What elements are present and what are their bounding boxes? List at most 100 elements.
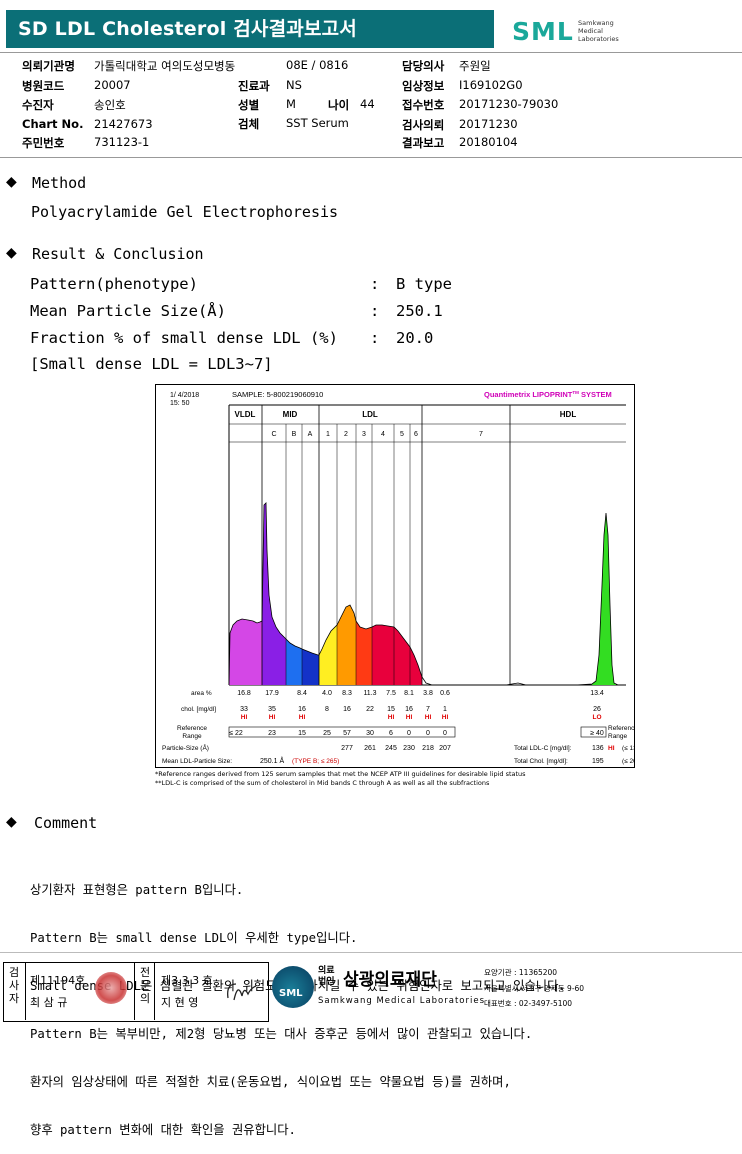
band-label-main: MID bbox=[283, 410, 298, 419]
total-chol-ref: (≤ 200) bbox=[622, 758, 634, 765]
examinee-label: 수진자 bbox=[22, 98, 54, 112]
chol-value: 16 bbox=[343, 706, 351, 713]
examiner-license: 제11194호 bbox=[30, 974, 86, 987]
area-value: 8.3 bbox=[342, 690, 352, 697]
sml-circle-logo-text: SML bbox=[279, 988, 303, 999]
total-chol-value: 195 bbox=[592, 758, 604, 765]
sml-logo-subtitle: Samkwang Medical Laboratories bbox=[578, 19, 619, 43]
total-chol-label: Total Chol. [mg/dl]: bbox=[514, 758, 568, 765]
chart-system-suffix: SYSTEM bbox=[579, 390, 612, 399]
rrn-label: 주민번호 bbox=[22, 136, 65, 150]
chol-value: 16 bbox=[405, 706, 413, 713]
result-colon: : bbox=[370, 329, 380, 347]
area-value: 4.0 bbox=[322, 690, 332, 697]
sex-label: 성별 bbox=[238, 98, 260, 112]
request-label: 검사의뢰 bbox=[402, 118, 445, 132]
ref-value: 0 bbox=[407, 730, 411, 737]
age-value: 44 bbox=[360, 97, 375, 111]
result-label-size: Mean Particle Size(Å) bbox=[30, 302, 226, 320]
result-value-pattern: B type bbox=[396, 275, 452, 293]
result-colon: : bbox=[370, 275, 380, 293]
band-label-sub: 7 bbox=[479, 431, 483, 438]
bullet-diamond-icon: ◆ bbox=[6, 174, 17, 190]
specimen-label: 검체 bbox=[238, 117, 260, 131]
band-fill bbox=[229, 619, 262, 685]
sex-value: M bbox=[286, 97, 296, 111]
dept-label: 진료과 bbox=[238, 79, 270, 93]
divider bbox=[25, 962, 26, 1020]
org-name-en: Samkwang Medical Laboratories bbox=[318, 996, 486, 1006]
chol-value: 7 bbox=[426, 706, 430, 713]
band-label-sub: 5 bbox=[400, 431, 404, 438]
chol-value: 1 bbox=[443, 706, 447, 713]
mean-size-type: (TYPE B; ≤ 265) bbox=[292, 758, 339, 765]
sml-circle-logo-icon bbox=[272, 966, 314, 1008]
particle-size-value: 218 bbox=[422, 745, 434, 752]
doctor-label: 담당의사 bbox=[402, 59, 445, 73]
chart-date: 1/ 4/2018 bbox=[170, 392, 199, 399]
report-label: 결과보고 bbox=[402, 136, 445, 150]
band-fill bbox=[337, 605, 356, 685]
ref-value: 0 bbox=[443, 730, 447, 737]
band-fill bbox=[372, 625, 394, 685]
band-fill bbox=[356, 621, 372, 685]
chart-labels: 1/ 4/201815: 50 SAMPLE: 5-800219060910 Qua… bbox=[162, 390, 643, 765]
chart-no-value: 21427673 bbox=[94, 117, 153, 131]
comment-line: Pattern B는 복부비만, 제2형 당뇨병 또는 대사 증후군 등에서 많… bbox=[30, 1027, 533, 1041]
total-ldl-flag: HI bbox=[608, 745, 615, 752]
org-name: 삼광의료재단 bbox=[343, 970, 437, 990]
chart-frame bbox=[228, 404, 626, 738]
band-label-sub: A bbox=[308, 431, 313, 438]
hcode-label: 병원코드 bbox=[22, 79, 65, 93]
bullet-diamond-icon: ◆ bbox=[6, 245, 17, 261]
area-value: 3.8 bbox=[423, 690, 433, 697]
chol-value: 15 bbox=[387, 706, 395, 713]
table-label-area: area % bbox=[191, 690, 212, 697]
band-label-sub: 3 bbox=[362, 431, 366, 438]
report-value: 20180104 bbox=[459, 135, 518, 149]
ref-value: 6 bbox=[389, 730, 393, 737]
sml-logo: SML bbox=[512, 17, 574, 46]
request-value: 20171230 bbox=[459, 117, 518, 131]
flag-value: HI bbox=[406, 714, 413, 721]
divider bbox=[134, 962, 135, 1020]
divider bbox=[0, 157, 742, 158]
result-label-pattern: Pattern(phenotype) bbox=[30, 275, 198, 293]
comment-heading: Comment bbox=[34, 814, 98, 832]
chart-no-label: Chart No. bbox=[22, 117, 84, 131]
band-fill bbox=[262, 503, 286, 685]
result-label-fraction: Fraction % of small dense LDL (%) bbox=[30, 329, 338, 347]
flag-value: HI bbox=[269, 714, 276, 721]
org-contact-address: 서울특별시 서초구 양재동 9-60 bbox=[484, 984, 585, 993]
mean-size-value: 250.1 Å bbox=[260, 756, 284, 765]
area-value: 7.5 bbox=[386, 690, 396, 697]
chart-footnote-1: *Reference ranges derived from 125 serum… bbox=[155, 770, 526, 778]
comment-line: 상기환자 표현형은 pattern B입니다. bbox=[30, 883, 244, 897]
chol-value: 26 bbox=[593, 706, 601, 713]
flag-value: HI bbox=[425, 714, 432, 721]
signature-graphic bbox=[227, 983, 257, 1001]
rrn-value: 731123-1 bbox=[94, 135, 150, 149]
band-label-main: VLDL bbox=[235, 410, 256, 419]
divider bbox=[0, 52, 742, 53]
band-fill bbox=[410, 647, 422, 685]
result-value-fraction: 20.0 bbox=[396, 329, 434, 347]
ref-value: ≥ 40 bbox=[590, 730, 604, 737]
org-prefix: 의료 법인 bbox=[318, 966, 335, 987]
bullet-diamond-icon: ◆ bbox=[6, 814, 17, 830]
chol-value: 16 bbox=[298, 706, 306, 713]
chol-value: 22 bbox=[366, 706, 374, 713]
clinical-value: I169102G0 bbox=[459, 78, 523, 92]
lipoprint-chart: 1/ 4/2018 15: 50 SAMPLE: 5-800219060910 Qua… bbox=[155, 384, 643, 768]
specialist-label: 전 문 의 bbox=[139, 966, 151, 1005]
ref-value: 30 bbox=[366, 730, 374, 737]
ref-value: ≤ 22 bbox=[229, 730, 243, 737]
comment-line: 환자의 임상상태에 따른 적절한 치료(운동요법, 식이요법 또는 약물요법 등… bbox=[30, 1075, 511, 1089]
method-text: Polyacrylamide Gel Electrophoresis bbox=[31, 203, 339, 221]
band-label-sub: C bbox=[271, 431, 276, 438]
hospital-value: 가톨릭대학교 여의도성모병동 bbox=[94, 59, 236, 73]
org-contact-phone: 대표번호 : 02-3497-5100 bbox=[484, 999, 573, 1008]
ref-value: 23 bbox=[268, 730, 276, 737]
band-label-sub: 6 bbox=[414, 431, 418, 438]
area-value: 17.9 bbox=[265, 690, 279, 697]
